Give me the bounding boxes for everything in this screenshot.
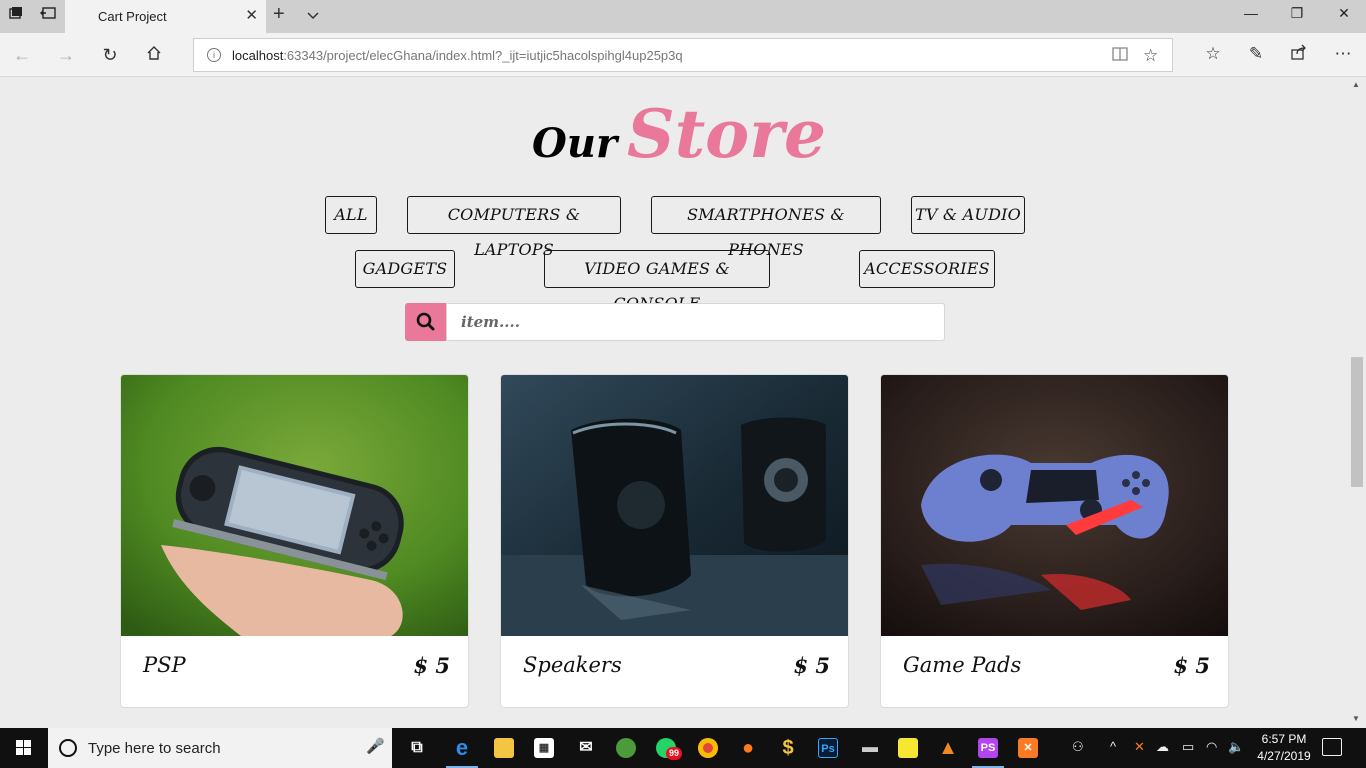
filter-all-button[interactable]: All <box>325 196 377 234</box>
photoshop-icon[interactable]: Ps <box>808 728 848 768</box>
forward-icon[interactable]: → <box>54 43 78 67</box>
close-tab-icon[interactable]: ✕ <box>245 6 258 24</box>
firefox-icon[interactable]: ● <box>728 728 768 768</box>
dollar-app-icon[interactable]: $ <box>768 728 808 768</box>
xampp-tray-icon[interactable]: ✕ <box>1134 739 1145 755</box>
product-card-speakers[interactable]: Speakers $ 5 <box>500 374 849 708</box>
cortana-icon <box>59 739 77 757</box>
new-tab-icon[interactable]: + <box>273 3 285 26</box>
minimize-icon[interactable]: — <box>1239 5 1263 21</box>
vlc-icon[interactable]: ▲ <box>928 728 968 768</box>
browser-tab-bar: Cart Project ✕ + — ❐ ✕ <box>0 0 1366 33</box>
scroll-thumb[interactable] <box>1351 357 1363 487</box>
back-icon[interactable]: ← <box>10 43 34 67</box>
search-button[interactable] <box>405 303 447 341</box>
clock-time: 6:57 PM <box>1261 732 1307 746</box>
store-page: Our Store All Computers & Laptops Smartph… <box>0 77 1348 728</box>
mail-icon[interactable]: ✉ <box>566 728 606 768</box>
action-center-icon[interactable] <box>1322 738 1342 756</box>
home-icon[interactable] <box>142 43 166 67</box>
tab-cart-project[interactable]: Cart Project ✕ <box>65 0 266 33</box>
usb-drive-icon[interactable]: ▬ <box>850 728 890 768</box>
scroll-up-icon[interactable]: ▲ <box>1352 80 1360 89</box>
site-info-icon[interactable]: i <box>207 48 221 62</box>
product-card-psp[interactable]: PSP $ 5 <box>120 374 469 708</box>
search-input[interactable] <box>446 303 945 341</box>
url-text: localhost:63343/project/elecGhana/index.… <box>232 48 683 63</box>
wifi-icon[interactable]: ◠ <box>1206 739 1217 755</box>
product-name: Speakers <box>523 653 622 677</box>
favorite-star-icon[interactable]: ☆ <box>1143 46 1158 66</box>
product-price: $ 5 <box>793 653 830 678</box>
filter-smartphones-button[interactable]: Smartphones & Phones <box>651 196 881 259</box>
tab-title: Cart Project <box>98 9 167 24</box>
close-window-icon[interactable]: ✕ <box>1332 5 1356 22</box>
refresh-icon[interactable]: ↻ <box>98 43 122 67</box>
filter-computers-button[interactable]: Computers & Laptops <box>407 196 621 259</box>
tab-preview-icon[interactable] <box>37 6 59 26</box>
xampp-icon[interactable]: ✕ <box>1008 728 1048 768</box>
tab-set-aside-icon[interactable] <box>5 6 27 26</box>
chrome-icon[interactable] <box>688 728 728 768</box>
whatsapp-badge: 99 <box>666 747 683 760</box>
show-hidden-icons-chevron-icon[interactable]: ^ <box>1110 739 1116 754</box>
share-icon[interactable] <box>1287 44 1311 65</box>
start-button[interactable] <box>0 728 48 768</box>
clock-date: 4/27/2019 <box>1257 749 1311 763</box>
speakers-image <box>501 375 848 636</box>
url-input[interactable]: i localhost:63343/project/elecGhana/inde… <box>193 38 1173 72</box>
product-price: $ 5 <box>1173 653 1210 678</box>
taskbar-search-text: Type here to search <box>88 740 221 757</box>
product-name: Game Pads <box>903 653 1022 677</box>
taskbar-search-box[interactable]: Type here to search 🎤 <box>48 728 392 768</box>
sticky-notes-icon[interactable] <box>888 728 928 768</box>
volume-icon[interactable]: 🔈 <box>1228 739 1244 755</box>
heading-our: Our <box>532 120 618 167</box>
tab-list-chevron-icon[interactable] <box>306 8 320 22</box>
pen-notes-icon[interactable]: ✎ <box>1244 44 1268 64</box>
more-options-icon[interactable]: ⋯ <box>1331 44 1355 64</box>
whatsapp-icon[interactable]: 99 <box>646 728 686 768</box>
filter-accessories-button[interactable]: Accessories <box>859 250 995 288</box>
psp-image <box>121 375 468 636</box>
store-heading: Our Store <box>0 95 1348 173</box>
filter-video-games-button[interactable]: Video Games & Console <box>544 250 770 313</box>
phpstorm-icon[interactable]: PS <box>968 728 1008 768</box>
task-view-icon[interactable]: ⧉ <box>397 728 437 768</box>
globe-app-icon[interactable] <box>606 728 646 768</box>
edge-browser-icon[interactable]: e <box>442 728 482 768</box>
browser-address-bar: ← → ↻ i localhost:63343/project/elecGhan… <box>0 33 1366 77</box>
product-card-game-pads[interactable]: Game Pads $ 5 <box>880 374 1229 708</box>
microphone-icon[interactable]: 🎤 <box>366 737 385 755</box>
system-clock[interactable]: 6:57 PM 4/27/2019 <box>1251 731 1317 765</box>
heading-store: Store <box>627 95 826 173</box>
scroll-down-icon[interactable]: ▼ <box>1352 714 1360 723</box>
restore-icon[interactable]: ❐ <box>1285 5 1309 22</box>
filter-gadgets-button[interactable]: Gadgets <box>355 250 455 288</box>
network-settings-icon[interactable]: ☁ <box>1156 739 1169 755</box>
favorites-icon[interactable]: ☆ <box>1201 44 1225 64</box>
filter-tv-audio-button[interactable]: TV & Audio <box>911 196 1025 234</box>
search-icon <box>416 312 435 331</box>
battery-icon[interactable]: ▭ <box>1182 739 1194 755</box>
file-explorer-icon[interactable] <box>484 728 524 768</box>
store-app-icon[interactable]: ▦ <box>524 728 564 768</box>
product-name: PSP <box>143 653 186 677</box>
product-price: $ 5 <box>413 653 450 678</box>
windows-taskbar: Type here to search 🎤 ⧉ e ▦ ✉ 99 ● $ Ps … <box>0 728 1366 768</box>
page-scrollbar[interactable]: ▲ ▼ <box>1348 77 1366 728</box>
windows-logo-icon <box>16 740 31 755</box>
store-search <box>405 303 945 341</box>
reading-view-icon[interactable] <box>1112 46 1128 67</box>
game-pads-image <box>881 375 1228 636</box>
people-icon[interactable]: ⚇ <box>1072 739 1084 755</box>
